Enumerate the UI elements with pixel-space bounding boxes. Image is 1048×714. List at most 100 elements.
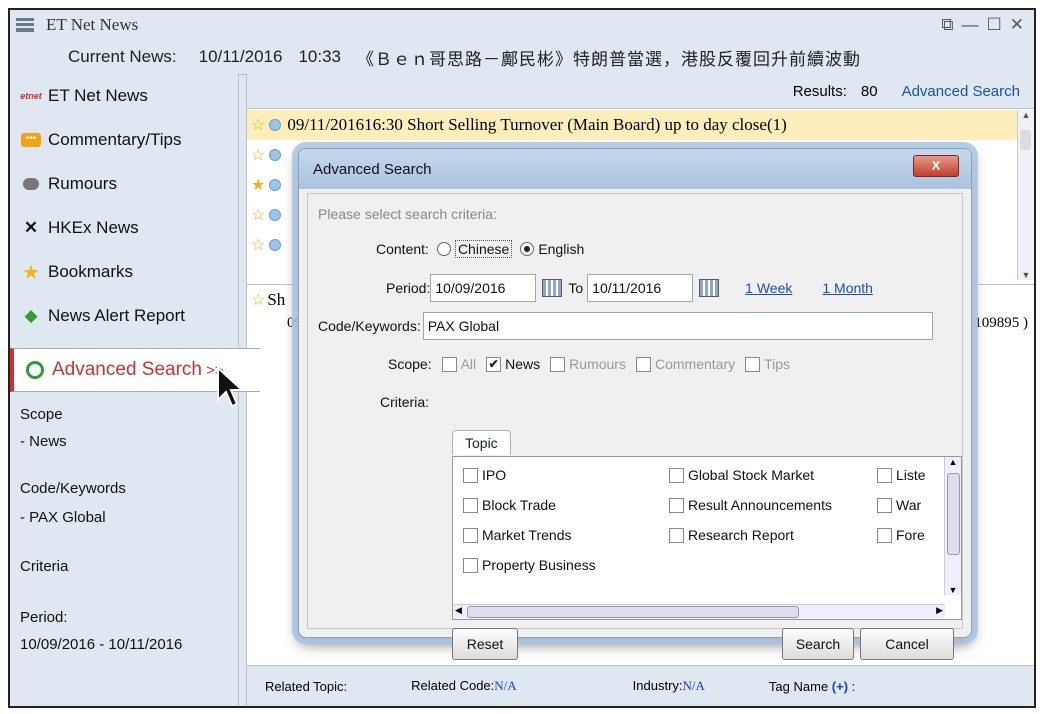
bookmark-star-icon[interactable]: ☆	[251, 205, 265, 225]
dialog-title: Advanced Search	[313, 160, 432, 178]
topic-checkbox[interactable]	[877, 497, 892, 513]
topic-checkbox[interactable]	[669, 527, 684, 543]
sidebar-item-rumours[interactable]: Rumours	[10, 162, 238, 206]
news-row[interactable]: ☆ 09/11/201616:30 Short Selling Turnover…	[247, 110, 1018, 140]
sidebar-item-commentary[interactable]: ••• Commentary/Tips	[10, 118, 238, 162]
bookmark-star-icon[interactable]: ☆	[251, 235, 265, 255]
code-keywords-input[interactable]: PAX Global	[422, 312, 933, 340]
etnet-logo-icon: etnet	[20, 91, 42, 101]
reset-button[interactable]: Reset	[452, 628, 518, 660]
restore-icon[interactable]: ⧉	[941, 15, 953, 35]
one-week-link[interactable]: 1 Week	[745, 280, 792, 296]
content-row: Content: Chinese English	[376, 240, 584, 258]
topic-item[interactable]: Global Stock Market	[659, 467, 814, 483]
period-from-input[interactable]: 10/09/2016	[430, 274, 537, 302]
sidebar-item-label: Rumours	[48, 174, 117, 193]
scroll-up-icon[interactable]: ▲	[1018, 110, 1034, 120]
topic-item[interactable]: Market Trends	[453, 527, 571, 543]
scope-news-checkbox[interactable]: ✔	[486, 356, 502, 372]
tab-topic[interactable]: Topic	[452, 430, 511, 455]
sidebar-item-etnet-news[interactable]: etnet ET Net News	[10, 74, 238, 118]
bookmark-star-icon[interactable]: ☆	[251, 145, 265, 165]
topic-label: Result Announcements	[688, 497, 832, 513]
bookmark-star-icon[interactable]: ★	[251, 175, 265, 195]
summary-code-value: - PAX Global	[20, 509, 106, 526]
topic-item[interactable]: Research Report	[659, 527, 794, 543]
scope-rumours-label[interactable]: Rumours	[569, 356, 626, 372]
calendar-to-icon[interactable]	[699, 279, 720, 297]
topic-item[interactable]: Fore	[867, 527, 925, 543]
scroll-right-icon[interactable]: ▶	[936, 605, 943, 616]
add-tag-button[interactable]: (+)	[832, 679, 848, 694]
scope-news-label[interactable]: News	[505, 356, 540, 372]
period-to-input[interactable]: 10/11/2016	[587, 274, 694, 302]
topic-checkbox[interactable]	[463, 557, 478, 573]
industry: Industry:N/A	[633, 678, 705, 694]
scroll-up-icon[interactable]: ▲	[945, 457, 961, 467]
scope-rumours-checkbox[interactable]	[550, 356, 566, 372]
summary-period-label: Period:	[20, 609, 68, 626]
scope-tips-checkbox[interactable]	[745, 356, 761, 372]
sidebar-item-news-alert-report[interactable]: ◆ News Alert Report	[10, 294, 238, 338]
topic-checkbox[interactable]	[877, 467, 892, 483]
unread-dot-icon	[269, 119, 282, 131]
maximize-icon[interactable]: ☐	[987, 15, 1002, 35]
sidebar-item-hkex-news[interactable]: ✕ HKEx News	[10, 206, 238, 250]
scroll-thumb[interactable]	[467, 606, 799, 618]
x-icon: ✕	[23, 218, 39, 237]
topic-checkbox[interactable]	[669, 497, 684, 513]
advanced-search-link[interactable]: Advanced Search	[902, 83, 1020, 100]
scope-all-checkbox[interactable]	[441, 356, 457, 372]
content-chinese-radio[interactable]	[436, 242, 451, 256]
one-month-link[interactable]: 1 Month	[822, 280, 873, 296]
topic-checkbox[interactable]	[463, 497, 478, 513]
sidebar-item-bookmarks[interactable]: ★ Bookmarks	[10, 250, 238, 294]
topic-checkbox[interactable]	[669, 467, 684, 483]
scope-all-label[interactable]: All	[461, 356, 477, 372]
content-english-label[interactable]: English	[538, 241, 584, 257]
cancel-button[interactable]: Cancel	[860, 628, 954, 660]
scroll-thumb[interactable]	[947, 473, 960, 555]
dialog-body: Please select search criteria: Content: …	[307, 193, 963, 660]
topic-item[interactable]: Property Business	[453, 557, 596, 573]
scroll-down-icon[interactable]: ▼	[945, 585, 961, 595]
scope-tips-label[interactable]: Tips	[764, 356, 790, 372]
dialog-title-bar[interactable]: Advanced Search X	[299, 149, 971, 189]
sidebar: etnet ET Net News ••• Commentary/Tips Ru…	[10, 74, 260, 706]
topic-label: IPO	[482, 467, 507, 483]
current-news-time: 10:33	[298, 47, 342, 66]
scroll-down-icon[interactable]: ▼	[1018, 270, 1034, 280]
sidebar-item-label: Commentary/Tips	[48, 130, 182, 149]
topic-item[interactable]: Liste	[867, 467, 926, 483]
topic-checkbox[interactable]	[463, 527, 478, 543]
scope-commentary-label[interactable]: Commentary	[655, 356, 735, 372]
news-list-scrollbar[interactable]: ▲ ▼	[1017, 110, 1034, 280]
calendar-from-icon[interactable]	[542, 279, 563, 297]
dialog-close-button[interactable]: X	[913, 155, 959, 177]
current-news-headline[interactable]: 《Ｂｅｎ哥思路－鄺民彬》特朗普當選，港股反覆回升前續波動	[357, 45, 861, 70]
topic-item[interactable]: War	[867, 497, 921, 513]
topic-item[interactable]: IPO	[453, 467, 506, 483]
bookmark-star-icon[interactable]: ☆	[251, 290, 265, 310]
search-button[interactable]: Search	[782, 628, 854, 660]
scroll-left-icon[interactable]: ◀	[455, 605, 462, 616]
minimize-icon[interactable]: —	[962, 15, 979, 35]
sidebar-item-label: Bookmarks	[48, 262, 134, 281]
content-chinese-label[interactable]: Chinese	[454, 240, 513, 258]
topic-horizontal-scrollbar[interactable]: ◀ ▶	[453, 604, 945, 619]
topic-item[interactable]: Block Trade	[453, 497, 556, 513]
close-icon[interactable]: ✕	[1010, 15, 1024, 35]
topic-checkbox[interactable]	[877, 527, 892, 543]
detail-title: Sh	[267, 290, 286, 309]
related-code-value: N/A	[494, 678, 517, 693]
summary-scope-label: Scope	[20, 406, 63, 423]
unread-dot-icon	[269, 179, 282, 191]
scope-commentary-checkbox[interactable]	[635, 356, 651, 372]
topic-label: Property Business	[482, 557, 596, 573]
topic-vertical-scrollbar[interactable]: ▲ ▼	[944, 457, 961, 595]
topic-item[interactable]: Result Announcements	[659, 497, 832, 513]
topic-checkbox[interactable]	[463, 467, 478, 483]
content-english-radio[interactable]	[520, 242, 535, 256]
scroll-thumb[interactable]	[1020, 130, 1031, 150]
bookmark-star-icon[interactable]: ☆	[251, 115, 265, 135]
